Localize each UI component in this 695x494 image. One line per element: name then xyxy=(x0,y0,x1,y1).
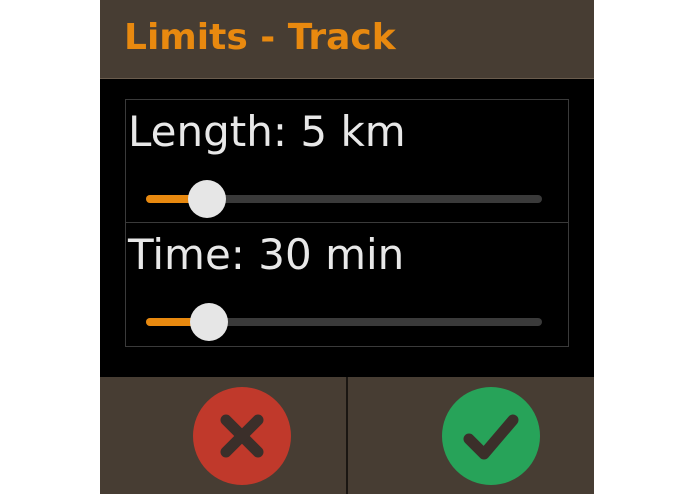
limits-dialog: Limits - Track Length: 5 km Time: 30 min xyxy=(100,0,594,494)
time-limit-row: Time: 30 min xyxy=(126,223,568,346)
limits-panel: Length: 5 km Time: 30 min xyxy=(125,99,569,347)
dialog-title: Limits - Track xyxy=(124,17,396,58)
length-limit-row: Length: 5 km xyxy=(126,100,568,223)
confirm-button[interactable] xyxy=(348,377,594,494)
slider-thumb[interactable] xyxy=(188,180,226,218)
confirm-circle xyxy=(442,387,540,485)
cancel-circle xyxy=(193,387,291,485)
dialog-footer xyxy=(100,377,594,494)
length-slider[interactable] xyxy=(146,179,542,219)
close-icon xyxy=(220,414,264,458)
time-slider[interactable] xyxy=(146,302,542,342)
dialog-header: Limits - Track xyxy=(100,0,594,79)
slider-thumb[interactable] xyxy=(190,303,228,341)
check-icon xyxy=(463,414,519,460)
cancel-button[interactable] xyxy=(100,377,346,494)
length-label: Length: 5 km xyxy=(128,107,406,156)
time-label: Time: 30 min xyxy=(128,230,405,279)
